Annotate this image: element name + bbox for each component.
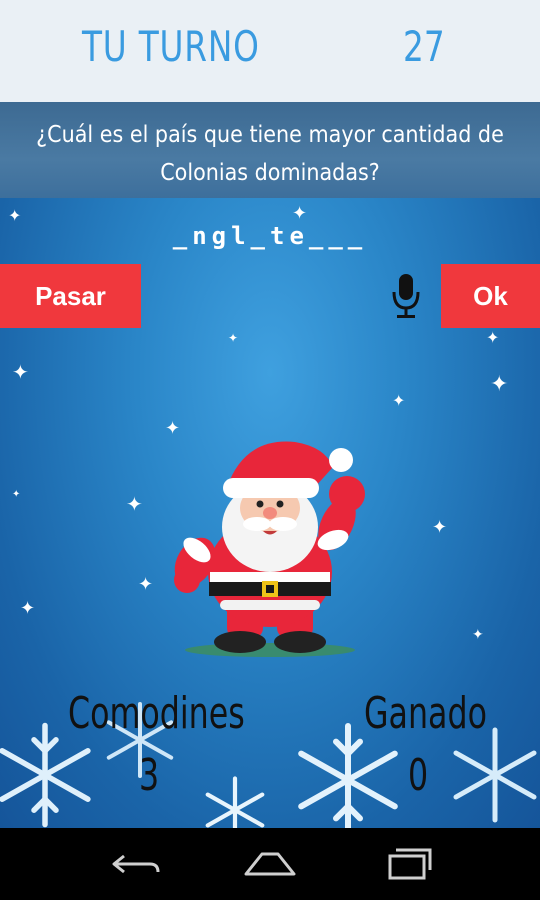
snowflake-icon (205, 776, 265, 828)
star-icon: ✦ (292, 203, 308, 224)
won-value: 0 (408, 750, 429, 801)
ok-button[interactable]: Ok (441, 264, 540, 328)
star-icon: ✦ (472, 627, 484, 643)
question-panel: ¿Cuál es el país que tiene mayor cantida… (0, 102, 540, 198)
star-icon: ✦ (392, 391, 406, 410)
star-icon: ✦ (20, 598, 36, 619)
star-icon: ✦ (12, 489, 21, 500)
star-icon: ✦ (138, 574, 154, 595)
header-bar: TU TURNO 27 (0, 0, 540, 102)
microphone-icon[interactable] (390, 272, 422, 322)
pass-button[interactable]: Pasar (0, 264, 141, 328)
star-icon: ✦ (126, 492, 143, 516)
question-text: ¿Cuál es el país que tiene mayor cantida… (36, 122, 504, 186)
star-icon: ✦ (432, 517, 448, 538)
santa-illustration (174, 441, 365, 657)
back-icon[interactable] (106, 846, 166, 882)
wildcards-label: Comodines (68, 688, 245, 739)
turn-label: TU TURNO (82, 22, 260, 71)
star-icon: ✦ (486, 328, 500, 347)
star-icon: ✦ (12, 360, 29, 384)
star-icon: ✦ (490, 372, 509, 397)
home-icon[interactable] (240, 846, 300, 882)
star-icon: ✦ (228, 331, 239, 345)
wildcards-value: 3 (139, 750, 160, 801)
navigation-bar (0, 828, 540, 900)
recents-icon[interactable] (376, 846, 436, 882)
countdown-timer: 27 (403, 22, 445, 71)
won-label: Ganado (364, 688, 487, 739)
answer-hint: _ngl_te___ (172, 222, 368, 250)
snowflake-icon (453, 727, 537, 823)
